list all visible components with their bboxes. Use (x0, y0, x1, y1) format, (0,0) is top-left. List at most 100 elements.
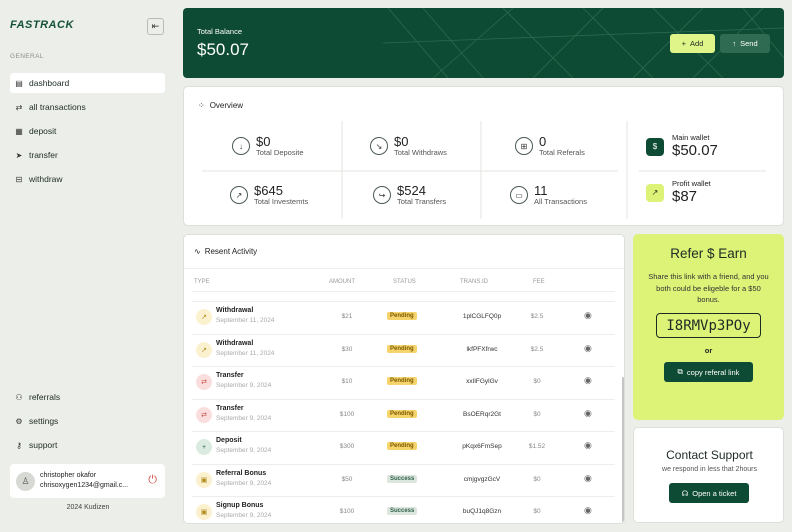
plus-icon: + (196, 439, 212, 455)
row-type: Deposit (216, 437, 242, 444)
table-row[interactable]: ↗ Withdrawal September 11, 2024 $21 Pending 1… (192, 301, 615, 333)
divider (184, 268, 624, 269)
row-type: Transfer (216, 404, 244, 412)
row-fee: $0 (533, 378, 541, 385)
balance-label: Total Balance (197, 27, 243, 36)
gear-icon: ⚙ (15, 416, 23, 426)
open-ticket-button[interactable]: ☊ Open a ticket (669, 483, 749, 503)
eye-icon[interactable]: ◉ (584, 408, 592, 419)
row-type: Withdrawal (216, 339, 254, 347)
row-trans-id: pKqx6FmSep (462, 443, 502, 450)
copy-referral-link-button[interactable]: ⧉ copy referal link (664, 362, 753, 382)
eye-icon[interactable]: ◉ (584, 473, 592, 484)
column-header-trans-id: TRANS.ID (460, 279, 489, 285)
support-title: Contact Support (666, 448, 753, 462)
sidebar-item-deposit[interactable]: ▦ deposit (10, 121, 165, 141)
status-badge: Success (387, 474, 418, 483)
stat-value: 11 (534, 183, 548, 198)
row-trans-id: xxIlFGylGv (466, 378, 498, 385)
row-amount: $100 (339, 508, 355, 515)
sidebar-item-support[interactable]: ⚷ support (10, 435, 165, 455)
user-name: christopher okafor (40, 472, 97, 479)
referral-code[interactable]: I8RMVp3POy (656, 313, 761, 338)
add-button[interactable]: + Add (670, 34, 715, 53)
table-row[interactable]: ▣ Signup Bonus September 9, 2024 $100 Succes… (192, 496, 615, 523)
sidebar-item-referrals[interactable]: ⚇ referrals (10, 387, 165, 407)
row-date: September 9, 2024 (216, 479, 272, 487)
row-fee: $2.5 (530, 313, 544, 320)
profit-wallet-label: Profit wallet (672, 179, 711, 188)
row-fee: $0 (533, 475, 541, 483)
row-amount: $100 (339, 410, 355, 418)
plus-icon: + (681, 39, 687, 48)
logout-icon[interactable]: ⏻ (148, 474, 157, 487)
sidebar-item-label: referrals (29, 392, 61, 402)
row-date: September 9, 2024 (216, 382, 272, 389)
table-row[interactable]: ⇄ Transfer September 9, 2024 $10 Pending xxIl… (192, 366, 615, 398)
avatar: ♙ (16, 471, 35, 491)
main-wallet: $ Main wallet $50.07 (646, 133, 718, 160)
sidebar-item-dashboard[interactable]: ▤ dashboard (10, 73, 165, 93)
sidebar-item-withdraw[interactable]: ⊟ withdraw (10, 169, 165, 189)
scrollbar[interactable] (622, 377, 624, 522)
swap-icon: ⇄ (196, 406, 212, 423)
row-type: Withdrawal (216, 307, 254, 314)
app-logo[interactable]: FASTRACK (10, 19, 74, 31)
user-card[interactable]: ♙ christopher okafor chrisoxygen1234@gma… (10, 464, 165, 498)
main-wallet-label: Main wallet (672, 133, 710, 142)
recent-activity-card: ∿ Resent Activity TYPE AMOUNT STATUS TRAN… (183, 234, 625, 524)
user-email: chrisoxygen1234@gmail.c... (40, 482, 129, 489)
collapse-sidebar-button[interactable]: ⇤ (147, 18, 164, 35)
table-row[interactable]: + Deposit September 9, 2024 $300 Pending pKqx… (192, 431, 615, 463)
add-button-label: Add (690, 39, 704, 48)
sidebar-item-transfer[interactable]: ➤ transfer (10, 145, 165, 165)
swap-icon: ⇄ (15, 102, 23, 112)
sidebar-item-label: settings (29, 416, 59, 426)
table-row[interactable]: ↗ Withdrawal September 11, 2024 $30 Pending l… (192, 333, 615, 366)
row-amount: $21 (341, 313, 353, 320)
stat-label: Total Withdraws (394, 148, 447, 157)
users-icon: ⚇ (15, 392, 23, 402)
refer-title: Refer $ Earn (670, 246, 747, 261)
send-button[interactable]: ↑ Send (720, 34, 770, 53)
stat-total-transfers: ↪ $524 Total Transfers (373, 184, 446, 206)
sidebar-item-all-transactions[interactable]: ⇄ all transactions (10, 97, 165, 117)
sidebar-item-label: dashboard (29, 78, 70, 88)
stat-value: $0 (394, 134, 409, 149)
sidebar-item-label: support (29, 440, 58, 450)
activity-title-text: Resent Activity (204, 247, 258, 256)
eye-icon[interactable]: ◉ (584, 310, 592, 321)
stat-label: All Transactions (534, 197, 587, 206)
support-subtitle: we respond in less that 2hours (662, 466, 757, 473)
sidebar-item-settings[interactable]: ⚙ settings (10, 411, 165, 431)
section-label: GENERAL (10, 53, 44, 60)
send-icon: ➤ (15, 150, 23, 160)
eye-icon[interactable]: ◉ (584, 440, 592, 451)
row-trans-id: cmjgvgzGcV (463, 475, 501, 483)
row-type: Signup Bonus (216, 502, 264, 509)
status-badge: Pending (387, 442, 417, 450)
headset-icon: ☊ (681, 488, 689, 498)
dashboard-icon: ▤ (15, 78, 23, 88)
row-date: September 9, 2024 (216, 447, 272, 454)
table-row[interactable]: ▣ Referral Bonus September 9, 2024 $50 Succe… (192, 463, 615, 496)
row-trans-id: 1plCGLFQ0p (462, 313, 502, 320)
eye-icon[interactable]: ◉ (584, 375, 592, 386)
sidebar: FASTRACK ⇤ GENERAL ▤ dashboard ⇄ all trans… (0, 0, 176, 532)
stat-label: Total Investemts (254, 197, 309, 206)
copy-icon: ⧉ (677, 367, 683, 376)
activity-title: ∿ Resent Activity (194, 247, 257, 256)
balance-banner: Total Balance $50.07 + Add ↑ Send (183, 8, 784, 78)
row-amount: $50 (341, 475, 353, 483)
eye-icon[interactable]: ◉ (584, 505, 592, 516)
eye-icon[interactable]: ◉ (584, 343, 592, 354)
row-fee: $1.52 (528, 443, 546, 450)
row-fee: $0 (533, 410, 541, 418)
sidebar-item-label: withdraw (29, 174, 63, 184)
row-date: September 9, 2024 (216, 414, 272, 422)
stat-total-referals: ⊞ 0 Total Referals (515, 135, 585, 157)
table-row[interactable]: ⇄ Transfer September 9, 2024 $100 Pending BsO… (192, 398, 615, 431)
key-icon: ⚷ (16, 440, 22, 450)
share-icon: ↪ (373, 186, 391, 204)
stat-total-deposite: ↓ $0 Total Deposite (232, 135, 304, 157)
